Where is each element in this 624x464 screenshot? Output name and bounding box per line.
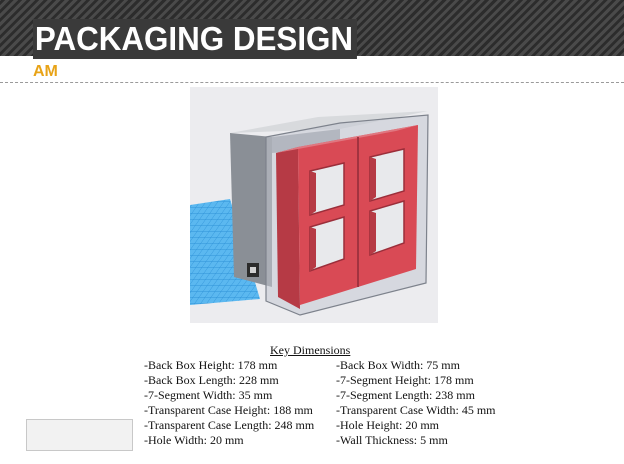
- dimension-right-3: -7-Segment Length: 238 mm: [336, 388, 475, 402]
- dimension-right-5: -Hole Height: 20 mm: [336, 418, 439, 432]
- blank-text-box[interactable]: [26, 419, 133, 451]
- dimension-right-1: -Back Box Width: 75 mm: [336, 358, 460, 372]
- slide-title: PACKAGING DESIGN: [33, 19, 357, 59]
- dimension-left-1: -Back Box Height: 178 mm: [144, 358, 278, 372]
- slide-subtitle: AM: [33, 63, 58, 80]
- segment-side: [276, 147, 300, 309]
- dimension-left-4: -Transparent Case Height: 188 mm: [144, 403, 313, 417]
- 3d-model-render: [190, 87, 438, 323]
- dimension-right-2: -7-Segment Height: 178 mm: [336, 373, 474, 387]
- dimension-right-4: -Transparent Case Width: 45 mm: [336, 403, 496, 417]
- dashed-divider: [0, 82, 624, 83]
- dimension-left-2: -Back Box Length: 228 mm: [144, 373, 279, 387]
- dimension-left-5: -Transparent Case Length: 248 mm: [144, 418, 315, 432]
- 3d-model-illustration: [190, 111, 429, 316]
- dimensions-heading: Key Dimensions: [270, 343, 351, 357]
- dimension-left-3: -7-Segment Width: 35 mm: [144, 388, 273, 402]
- dimension-left-6: -Hole Width: 20 mm: [144, 433, 244, 447]
- dimension-right-6: -Wall Thickness: 5 mm: [336, 433, 448, 447]
